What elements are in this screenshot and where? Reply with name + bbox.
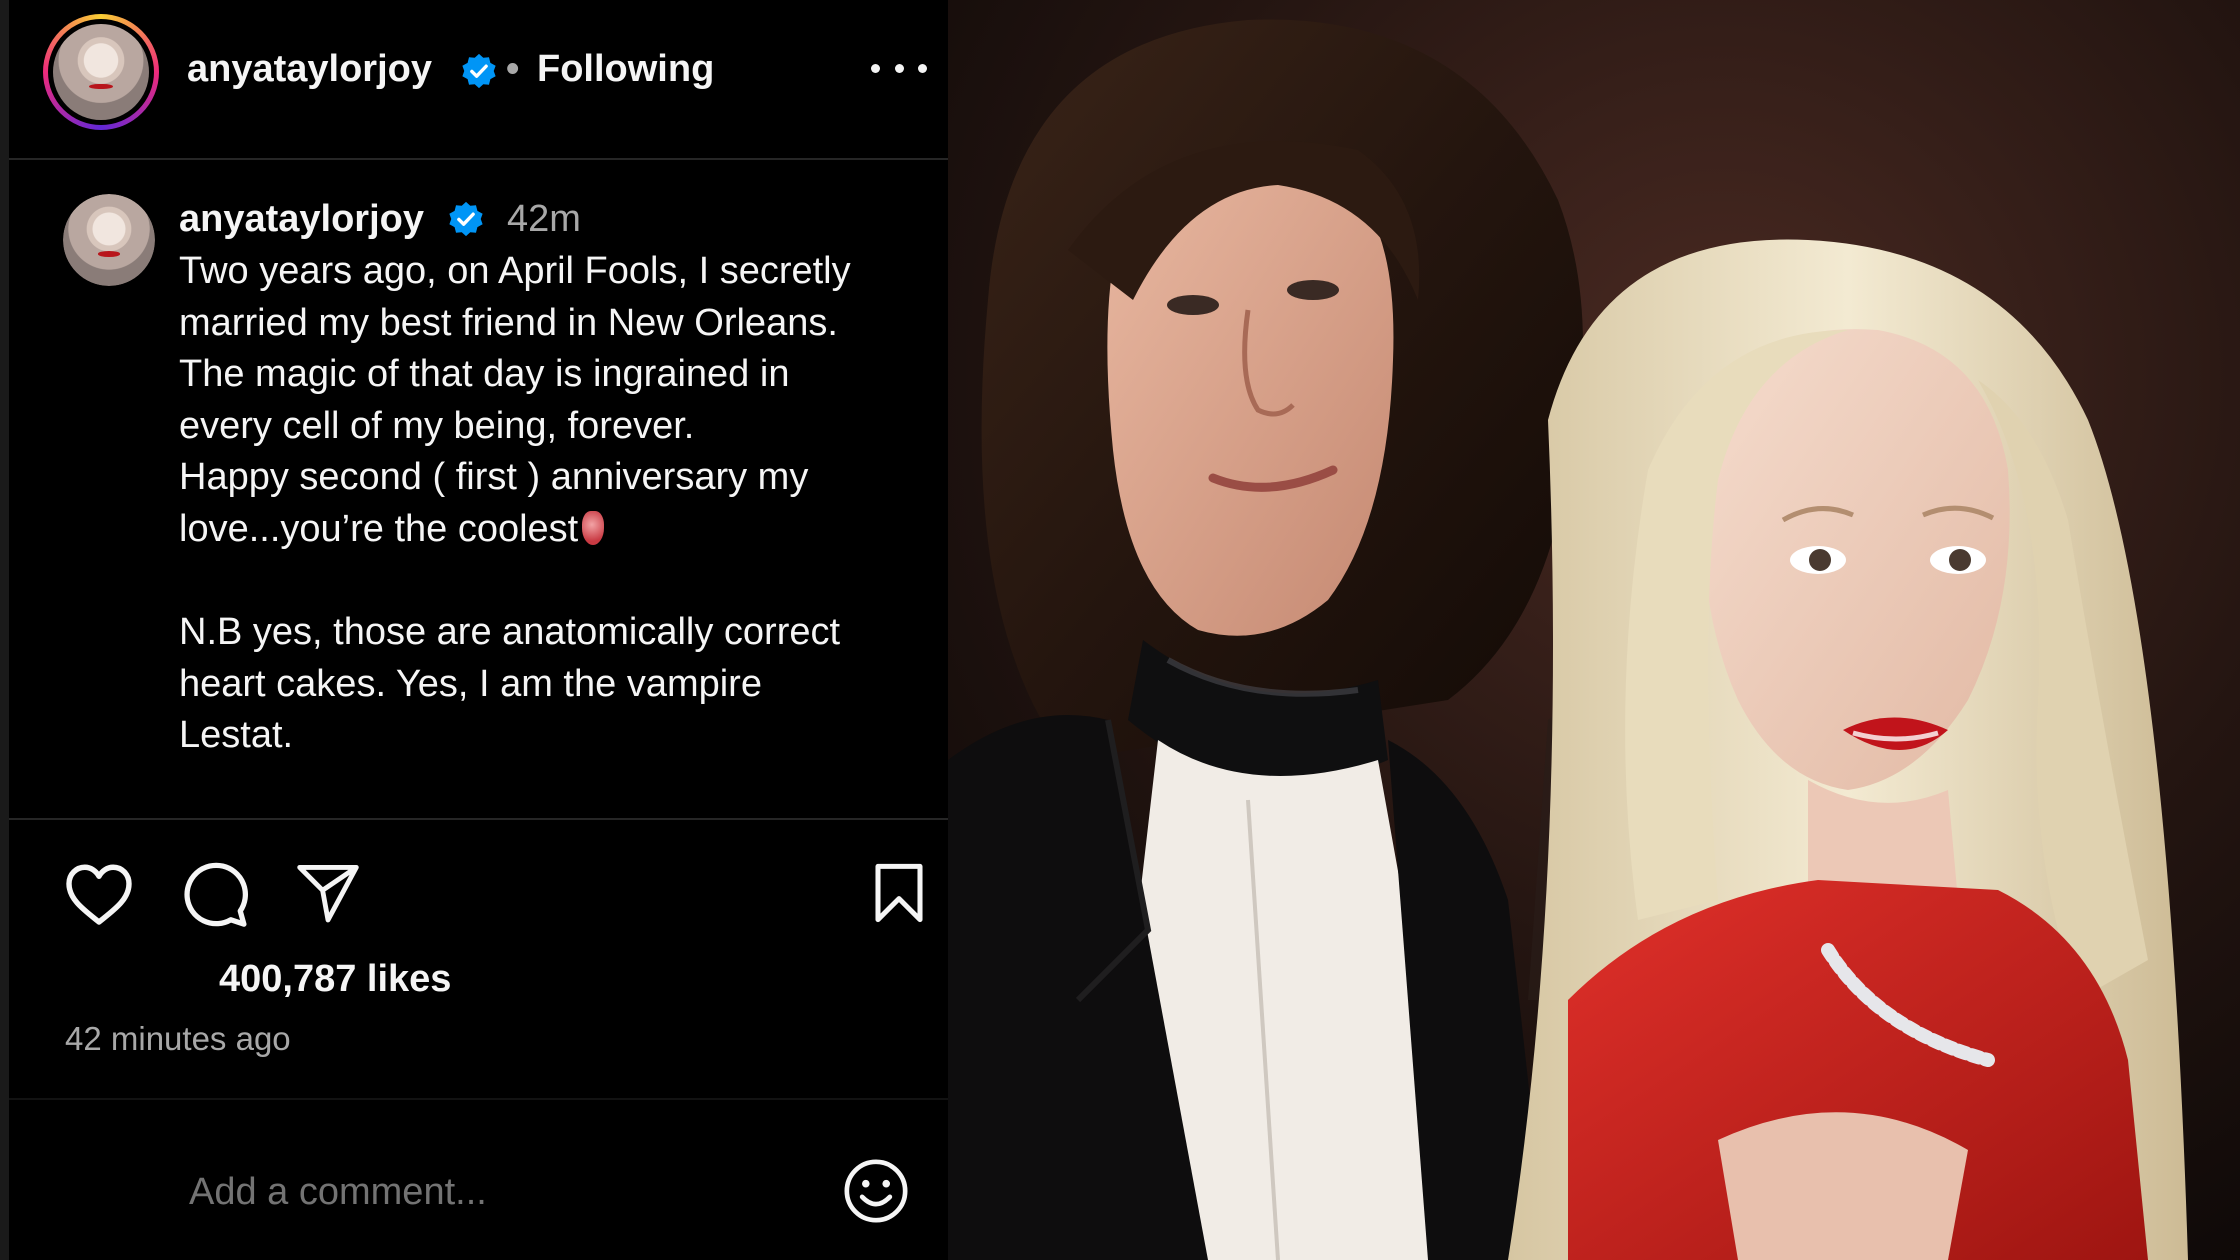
couple-photo-illustration — [948, 0, 2240, 1260]
header-username-link[interactable]: anyataylorjoy — [187, 48, 432, 91]
following-button[interactable]: Following — [537, 48, 714, 91]
header-divider — [9, 158, 948, 160]
caption-username-link[interactable]: anyataylorjoy — [179, 198, 424, 241]
caption-body: Two years ago, on April Fools, I secretl… — [179, 250, 851, 550]
paper-plane-icon[interactable] — [295, 862, 361, 924]
bookmark-icon[interactable] — [871, 862, 927, 924]
comment-bubble-icon[interactable] — [179, 860, 249, 930]
post-photo — [948, 0, 2240, 1260]
post-header: anyataylorjoy • Following — [9, 0, 948, 158]
more-options-icon[interactable] — [871, 56, 927, 80]
comment-input[interactable] — [189, 1162, 809, 1222]
heart-icon[interactable] — [63, 862, 135, 928]
verified-badge-icon — [462, 53, 496, 89]
caption-divider — [9, 818, 948, 820]
caption-time-ago[interactable]: 42m — [507, 198, 581, 241]
caption-body-2: N.B yes, those are anatomically correct … — [179, 611, 841, 757]
caption-text: Two years ago, on April Fools, I secretl… — [179, 246, 919, 762]
screenshot-frame: anyataylorjoy • Following anyataylorjoy … — [0, 0, 2240, 1260]
caption-avatar[interactable] — [63, 194, 155, 286]
anatomical-heart-emoji-icon — [582, 510, 605, 545]
avatar — [53, 24, 149, 120]
smiley-icon[interactable] — [841, 1156, 911, 1226]
avatar — [63, 194, 155, 286]
comment-divider — [9, 1098, 948, 1100]
likes-count[interactable]: 400,787 likes — [219, 958, 451, 1001]
header-separator-dot: • — [506, 48, 520, 90]
verified-badge-icon — [449, 201, 483, 237]
post-timestamp[interactable]: 42 minutes ago — [65, 1020, 291, 1058]
profile-avatar-story-ring[interactable] — [43, 14, 159, 130]
instagram-post-panel: anyataylorjoy • Following anyataylorjoy … — [0, 0, 948, 1260]
